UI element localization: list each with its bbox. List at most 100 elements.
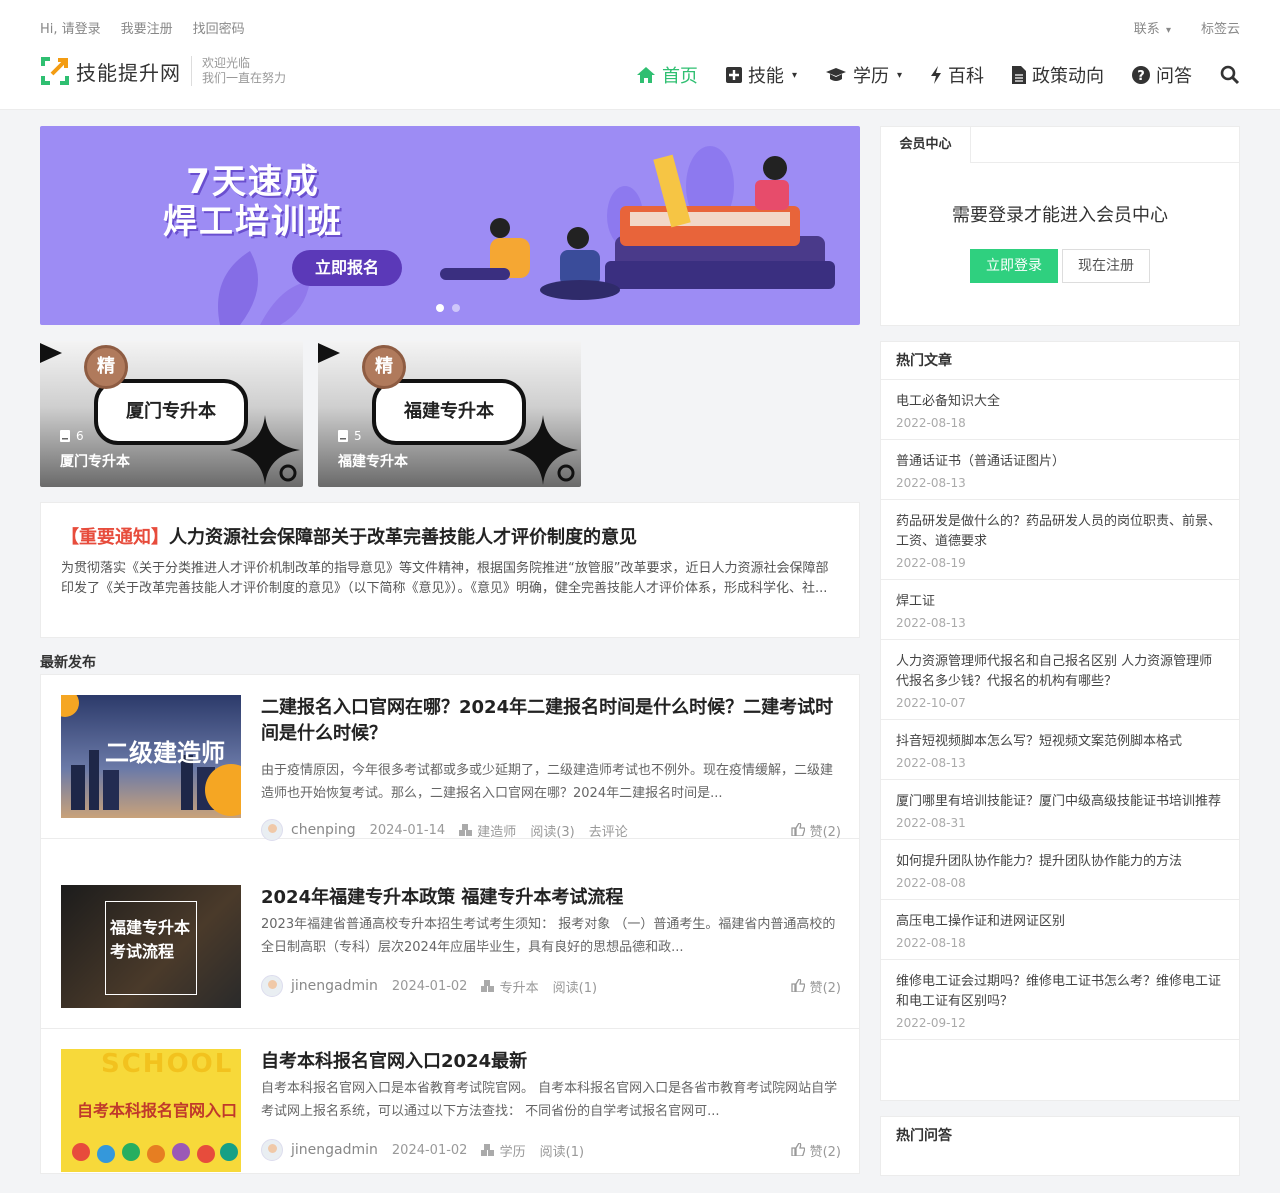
post-item: 二级建造师 二建报名入口官网在哪？2024年二建报名时间是什么时候？二建考试时间… — [41, 675, 859, 841]
register-link[interactable]: 我要注册 — [121, 18, 173, 37]
tagcloud-link[interactable]: 标签云 — [1201, 18, 1240, 37]
tab-divider — [971, 162, 1239, 163]
category-pill: 福建专升本 — [372, 379, 526, 445]
notice-title: 人力资源社会保障部关于改革完善技能人才评价制度的意见 — [169, 527, 637, 548]
hot-qa-title: 热门问答 — [896, 1128, 952, 1144]
post-author[interactable]: jinengadmin — [291, 1142, 378, 1158]
hot-article-date: 2022-08-31 — [896, 816, 966, 830]
hot-article-title: 高压电工操作证和进网证区别 — [896, 914, 1066, 929]
post-thumbnail[interactable]: 二级建造师 — [61, 695, 241, 818]
hot-article-date: 2022-08-19 — [896, 556, 966, 570]
member-center-widget: 会员中心 需要登录才能进入会员中心 立即登录 现在注册 — [880, 126, 1240, 326]
post-title-link[interactable]: 2024年福建专升本政策 福建专升本考试流程 — [261, 885, 841, 911]
recover-password-link[interactable]: 找回密码 — [193, 18, 245, 37]
category-name: 厦门专升本 — [60, 454, 130, 470]
cubes-icon — [481, 979, 495, 992]
category-count: 5 — [338, 429, 362, 443]
tab-member-center[interactable]: 会员中心 — [881, 127, 971, 163]
thumbnail-banner-text: SCHOOL — [101, 1049, 234, 1079]
avatar[interactable] — [261, 819, 283, 841]
like-count: 赞(2) — [809, 980, 841, 996]
hot-article-item[interactable]: 人力资源管理师代报名和自己报名区别 人力资源管理师代报名多少钱？代报名的机构有哪… — [881, 640, 1239, 720]
post-excerpt: 由于疫情原因，今年很多考试都或多或少延期了，二级建造师考试也不例外。现在疫情缓解… — [261, 763, 834, 801]
hot-article-item[interactable]: 药品研发是做什么的？药品研发人员的岗位职责、前景、工资、道德要求 2022-08-… — [881, 500, 1239, 580]
nav-education[interactable]: 学历 ▾ — [825, 62, 902, 88]
sparkle-icon — [508, 415, 578, 485]
hot-article-item[interactable]: 焊工证 2022-08-13 — [881, 580, 1239, 640]
post-reads: 阅读(3) — [530, 824, 575, 840]
category-card-fujian[interactable]: 福建专升本 精 5 福建专升本 — [318, 341, 581, 487]
nav-qa[interactable]: ? 问答 — [1132, 62, 1192, 88]
notice-title-link[interactable]: 【重要通知】人力资源社会保障部关于改革完善技能人才评价制度的意见 — [61, 527, 637, 548]
hot-article-title: 人力资源管理师代报名和自己报名区别 人力资源管理师代报名多少钱？代报名的机构有哪… — [896, 654, 1213, 689]
register-button[interactable]: 现在注册 — [1062, 249, 1150, 283]
post-author[interactable]: chenping — [291, 822, 356, 838]
avatar[interactable] — [261, 975, 283, 997]
thumbs-up-icon — [791, 821, 806, 837]
like-button[interactable]: 赞(2) — [791, 977, 841, 996]
avatar[interactable] — [261, 1139, 283, 1161]
notice-excerpt: 为贯彻落实《关于分类推进人才评价机制改革的指导意见》等文件精神，根据国务院推进“… — [61, 561, 829, 596]
book-icon — [338, 430, 348, 442]
banner-dot-2[interactable] — [452, 304, 460, 312]
hot-qa-widget: 热门问答 — [880, 1116, 1240, 1176]
nav-home[interactable]: 首页 — [636, 62, 698, 88]
site-logo[interactable]: 技能提升网 欢迎光临 我们一直在努力 — [40, 56, 286, 86]
member-login-message: 需要登录才能进入会员中心 — [952, 205, 1168, 226]
post-author[interactable]: jinengadmin — [291, 978, 378, 994]
like-button[interactable]: 赞(2) — [791, 1141, 841, 1160]
notice-tag: 【重要通知】 — [61, 527, 169, 548]
login-link[interactable]: Hi, 请登录 — [40, 18, 101, 37]
nav-policy[interactable]: 政策动向 — [1012, 62, 1104, 88]
hot-article-item[interactable]: 高压电工操作证和进网证区别 2022-08-18 — [881, 900, 1239, 960]
post-title-link[interactable]: 二建报名入口官网在哪？2024年二建报名时间是什么时候？二建考试时间是什么时候？ — [261, 695, 841, 747]
post-list: 二级建造师 二建报名入口官网在哪？2024年二建报名时间是什么时候？二建考试时间… — [40, 674, 860, 1174]
hot-article-date: 2022-08-18 — [896, 416, 966, 430]
post-thumbnail[interactable]: SCHOOL 自考本科报名官网入口 — [61, 1049, 241, 1172]
post-category-label: 专升本 — [499, 980, 539, 996]
category-card-xiamen[interactable]: 厦门专升本 精 6 厦门专升本 — [40, 341, 303, 487]
hot-article-date: 2022-08-13 — [896, 616, 966, 630]
post-excerpt: 2023年福建省普通高校专升本招生考试考生须知： 报考对象 （一）普通考生。福建… — [261, 917, 836, 955]
hot-article-item[interactable]: 厦门哪里有培训技能证？厦门中级高级技能证书培训推荐 2022-08-31 — [881, 780, 1239, 840]
post-meta: jinengadmin 2024-01-02 学历 阅读(1) 赞(2) — [261, 1139, 841, 1161]
post-comment-link[interactable]: 去评论 — [589, 821, 628, 840]
nav-skills[interactable]: 技能 ▾ — [725, 62, 797, 88]
question-circle-icon: ? — [1132, 66, 1150, 84]
nav-education-label: 学历 — [852, 66, 889, 87]
like-button[interactable]: 赞(2) — [791, 821, 841, 840]
category-count-value: 6 — [76, 429, 84, 443]
post-excerpt: 自考本科报名官网入口是本省教育考试院官网。 自考本科报名官网入口是各省市教育考试… — [261, 1081, 838, 1119]
post-category[interactable]: 学历 — [481, 1141, 526, 1160]
nav-wiki[interactable]: 百科 — [930, 62, 984, 88]
thumbnail-caption: 福建专升本考试流程 — [110, 918, 191, 961]
post-category[interactable]: 专升本 — [481, 977, 539, 996]
contact-menu[interactable]: 联系 ▾ — [1134, 18, 1171, 37]
category-count-value: 5 — [354, 429, 362, 443]
banner-dot-1[interactable] — [436, 304, 444, 312]
hot-article-item[interactable]: 如何提升团队协作能力？提升团队协作能力的方法 2022-08-08 — [881, 840, 1239, 900]
cubes-icon — [481, 1143, 495, 1156]
site-slogan: 欢迎光临 我们一直在努力 — [202, 56, 286, 86]
hot-article-date: 2022-08-08 — [896, 876, 966, 890]
hot-article-item[interactable]: 电工必备知识大全 2022-08-18 — [881, 380, 1239, 440]
post-thumbnail[interactable]: 福建专升本考试流程 — [61, 885, 241, 1008]
banner-signup-button[interactable]: 立即报名 — [292, 250, 402, 286]
post-reads: 阅读(1) — [552, 980, 598, 996]
nav-qa-label: 问答 — [1156, 66, 1192, 87]
promo-banner[interactable]: 7天速成 焊工培训班 立即报名 — [40, 126, 860, 325]
login-button[interactable]: 立即登录 — [970, 249, 1058, 283]
post-date: 2024-01-02 — [391, 1142, 468, 1158]
plus-square-icon — [725, 67, 742, 83]
hot-article-title: 如何提升团队协作能力？提升团队协作能力的方法 — [896, 854, 1183, 869]
hot-article-item[interactable]: 维修电工证会过期吗？维修电工证书怎么考？维修电工证和电工证有区别吗？ 2022-0… — [881, 960, 1239, 1040]
search-button[interactable] — [1220, 65, 1240, 85]
thumbs-up-icon — [791, 977, 806, 993]
hot-article-item[interactable]: 普通话证书（普通话证图片） 2022-08-13 — [881, 440, 1239, 500]
hot-article-item[interactable]: 抖音短视频脚本怎么写？短视频文案范例脚本格式 2022-08-13 — [881, 720, 1239, 780]
hot-article-title: 电工必备知识大全 — [896, 394, 1001, 409]
book-icon — [60, 430, 70, 442]
post-title-link[interactable]: 自考本科报名官网入口2024最新 — [261, 1049, 841, 1075]
sparkle-icon — [230, 415, 300, 485]
post-category[interactable]: 建造师 — [459, 821, 516, 840]
